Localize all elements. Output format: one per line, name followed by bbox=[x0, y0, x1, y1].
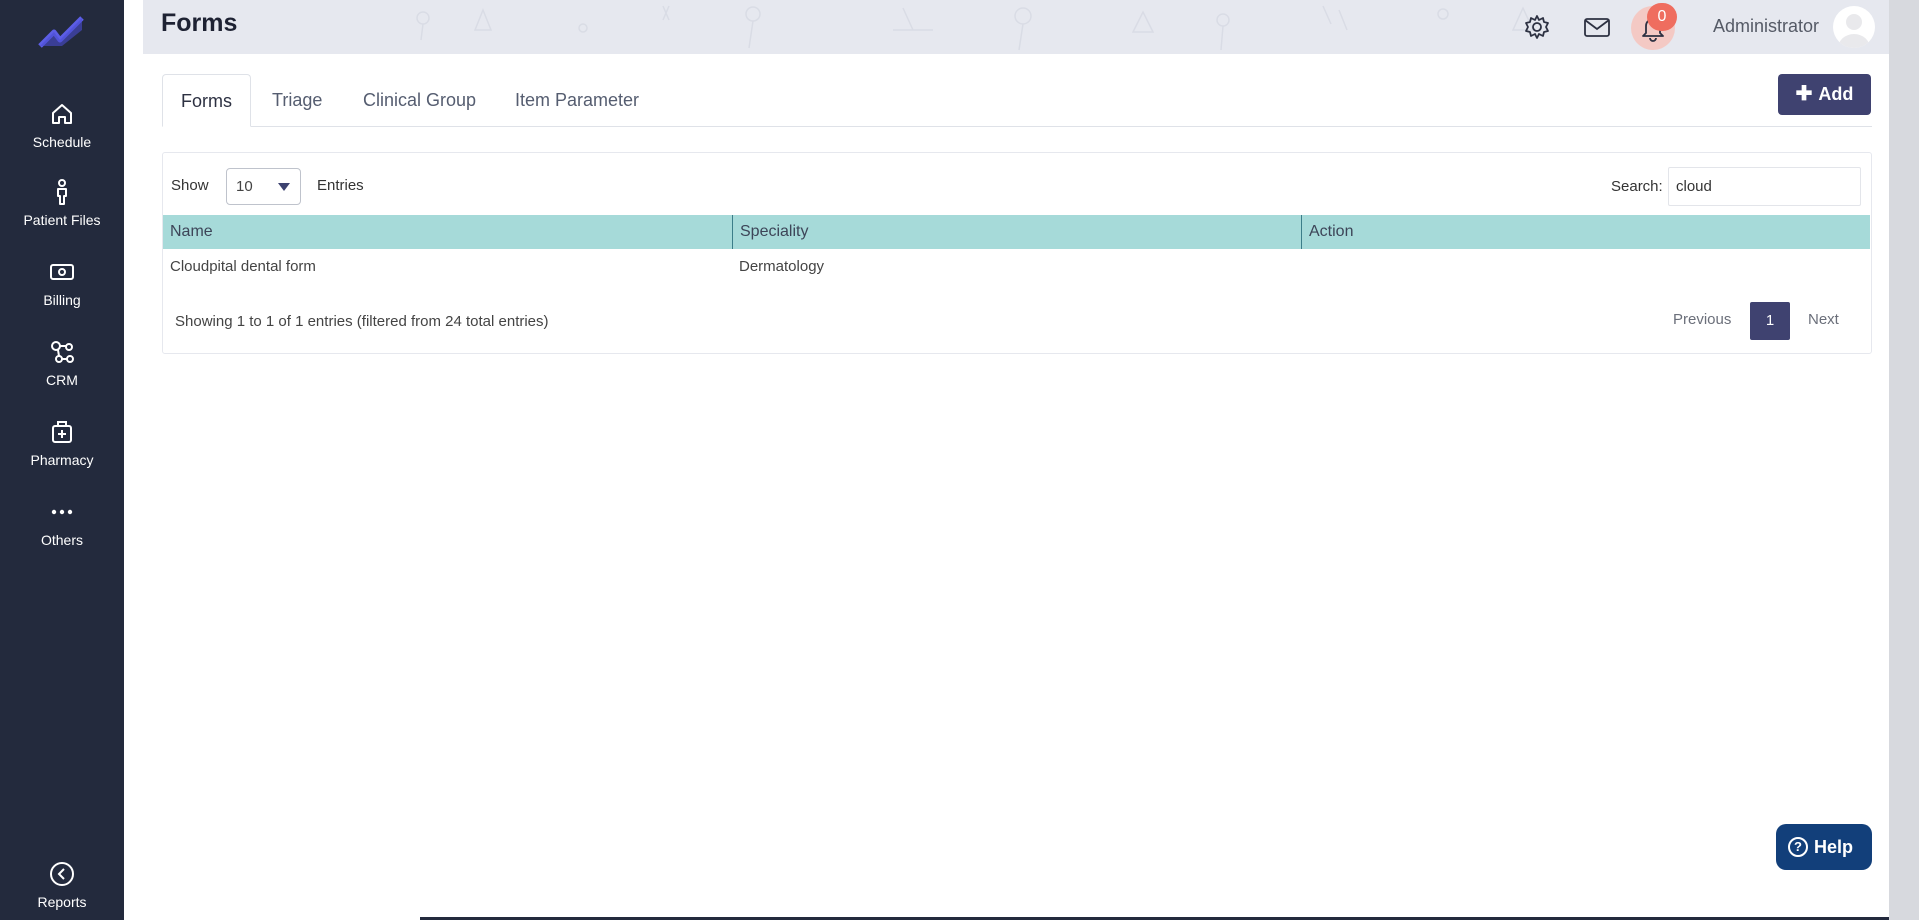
network-icon bbox=[51, 341, 74, 363]
sidebar-item-label: Reports bbox=[37, 894, 87, 910]
sidebar-item-others[interactable]: Others bbox=[0, 498, 124, 548]
tab-clinical-group[interactable]: Clinical Group bbox=[345, 74, 494, 127]
person-icon bbox=[57, 179, 67, 205]
help-button[interactable]: ? Help bbox=[1776, 824, 1872, 870]
help-label: Help bbox=[1814, 837, 1854, 857]
pagination-next[interactable]: Next bbox=[1808, 311, 1839, 328]
tab-forms[interactable]: Forms bbox=[162, 74, 251, 127]
add-button[interactable]: ✚ Add bbox=[1778, 74, 1871, 115]
top-header: Forms 0 Administrator bbox=[143, 0, 1889, 54]
column-header-action[interactable]: Action bbox=[1302, 215, 1870, 249]
user-name[interactable]: Administrator bbox=[1713, 16, 1819, 37]
add-button-label: Add bbox=[1818, 84, 1854, 104]
page-title: Forms bbox=[161, 9, 238, 37]
caret-down-icon bbox=[278, 183, 290, 191]
page-size-value: 10 bbox=[236, 178, 253, 195]
user-avatar-icon bbox=[1838, 14, 1870, 48]
home-icon bbox=[52, 104, 72, 124]
notification-count-badge: 0 bbox=[1647, 3, 1677, 31]
tab-triage[interactable]: Triage bbox=[254, 74, 340, 127]
party-pattern-background bbox=[416, 5, 1535, 51]
gear-icon[interactable] bbox=[1522, 12, 1552, 42]
search-label: Search: bbox=[1611, 178, 1663, 195]
pagination-previous[interactable]: Previous bbox=[1673, 311, 1731, 328]
table-header: Name Speciality Action bbox=[163, 215, 1870, 249]
sidebar-item-pharmacy[interactable]: Pharmacy bbox=[0, 418, 124, 468]
sidebar-item-crm[interactable]: CRM bbox=[0, 338, 124, 388]
trend-logo-icon[interactable] bbox=[36, 12, 86, 52]
mail-icon[interactable] bbox=[1582, 12, 1612, 42]
entries-label: Entries bbox=[317, 177, 364, 194]
sidebar-item-schedule[interactable]: Schedule bbox=[0, 100, 124, 150]
plus-icon: ✚ bbox=[1795, 83, 1813, 105]
sidebar-item-billing[interactable]: Billing bbox=[0, 258, 124, 308]
page-scrollbar-track[interactable] bbox=[1889, 0, 1919, 920]
sidebar-item-label: Others bbox=[40, 532, 83, 548]
question-icon: ? bbox=[1788, 837, 1808, 857]
back-circle-icon bbox=[50, 862, 74, 886]
sidebar-item-reports[interactable]: Reports bbox=[0, 860, 124, 910]
more-dots-icon bbox=[51, 509, 73, 515]
sidebar-item-patient-files[interactable]: Patient Files bbox=[0, 178, 124, 228]
sidebar-item-label: Pharmacy bbox=[30, 452, 94, 468]
avatar[interactable] bbox=[1833, 6, 1875, 48]
medical-bag-icon bbox=[52, 421, 72, 443]
sidebar-item-label: CRM bbox=[46, 372, 78, 388]
cell-name: Cloudpital dental form bbox=[170, 258, 316, 275]
pagination-page-1[interactable]: 1 bbox=[1750, 302, 1790, 340]
cell-speciality: Dermatology bbox=[739, 258, 825, 275]
table-info: Showing 1 to 1 of 1 entries (filtered fr… bbox=[175, 313, 549, 330]
tab-item-parameter[interactable]: Item Parameter bbox=[497, 74, 657, 127]
sidebar-item-label: Schedule bbox=[32, 134, 92, 150]
column-header-name[interactable]: Name bbox=[163, 215, 732, 249]
show-label: Show bbox=[171, 177, 209, 194]
sidebar-item-label: Billing bbox=[43, 292, 81, 308]
page-size-select[interactable]: 10 bbox=[226, 168, 301, 205]
search-input[interactable] bbox=[1668, 167, 1861, 206]
money-icon bbox=[50, 264, 74, 280]
column-header-speciality[interactable]: Speciality bbox=[733, 215, 1302, 249]
sidebar-item-label: Patient Files bbox=[23, 212, 101, 228]
sidebar: Schedule Patient Files Billing CRM Pharm… bbox=[0, 0, 124, 920]
